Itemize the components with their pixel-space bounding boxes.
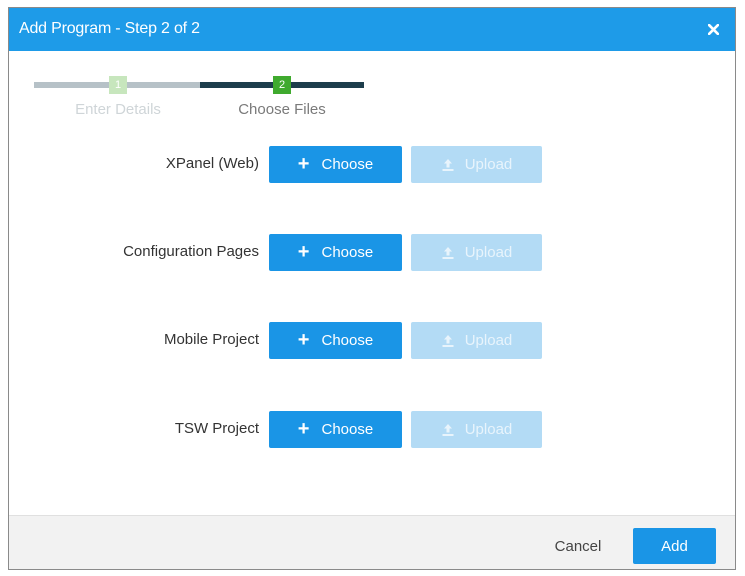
plus-icon: + [297, 417, 310, 440]
upload-button[interactable]: Upload [411, 234, 542, 271]
plus-icon: + [297, 328, 310, 351]
step-1-badge: 1 [109, 76, 127, 94]
choose-button-label: Choose [321, 421, 374, 438]
file-row-label: Configuration Pages [123, 243, 259, 260]
upload-icon [442, 246, 454, 259]
choose-button[interactable]: + Choose [269, 411, 402, 448]
add-button[interactable]: Add [633, 528, 716, 564]
file-row-label: TSW Project [174, 420, 259, 437]
close-icon [707, 23, 719, 35]
upload-icon [442, 158, 454, 171]
file-row-xpanel: XPanel (Web) + Choose Upload [9, 146, 735, 183]
choose-button-label: Choose [321, 332, 374, 349]
upload-icon [442, 334, 454, 347]
dialog-title: Add Program - Step 2 of 2 [19, 20, 200, 37]
file-row-label: XPanel (Web) [165, 155, 259, 172]
plus-icon: + [297, 152, 310, 175]
choose-button-label: Choose [321, 156, 374, 173]
choose-button[interactable]: + Choose [269, 322, 402, 359]
upload-icon [442, 423, 454, 436]
choose-button[interactable]: + Choose [269, 234, 402, 271]
upload-button[interactable]: Upload [411, 146, 542, 183]
upload-button-label: Upload [464, 244, 513, 261]
upload-button[interactable]: Upload [411, 411, 542, 448]
add-program-dialog: Add Program - Step 2 of 2 1 2 Enter Deta… [8, 7, 736, 570]
file-row-mobile-project: Mobile Project + Choose Upload [9, 322, 735, 359]
choose-button[interactable]: + Choose [269, 146, 402, 183]
wizard-stepper: 1 2 Enter Details Choose Files [34, 73, 374, 123]
step-2-badge: 2 [273, 76, 291, 94]
file-row-configuration-pages: Configuration Pages + Choose Upload [9, 234, 735, 271]
dialog-header: Add Program - Step 2 of 2 [9, 8, 735, 51]
close-button[interactable] [701, 17, 725, 41]
dialog-footer: Cancel Add [9, 515, 735, 569]
plus-icon: + [297, 240, 310, 263]
upload-button-label: Upload [464, 156, 513, 173]
step-1-label: Enter Details [75, 101, 161, 118]
step-2-label: Choose Files [238, 101, 326, 118]
upload-button-label: Upload [464, 421, 513, 438]
file-row-tsw-project: TSW Project + Choose Upload [9, 411, 735, 448]
upload-button[interactable]: Upload [411, 322, 542, 359]
cancel-button[interactable]: Cancel [539, 528, 617, 564]
choose-button-label: Choose [321, 244, 374, 261]
upload-button-label: Upload [464, 332, 513, 349]
file-row-label: Mobile Project [163, 331, 259, 348]
